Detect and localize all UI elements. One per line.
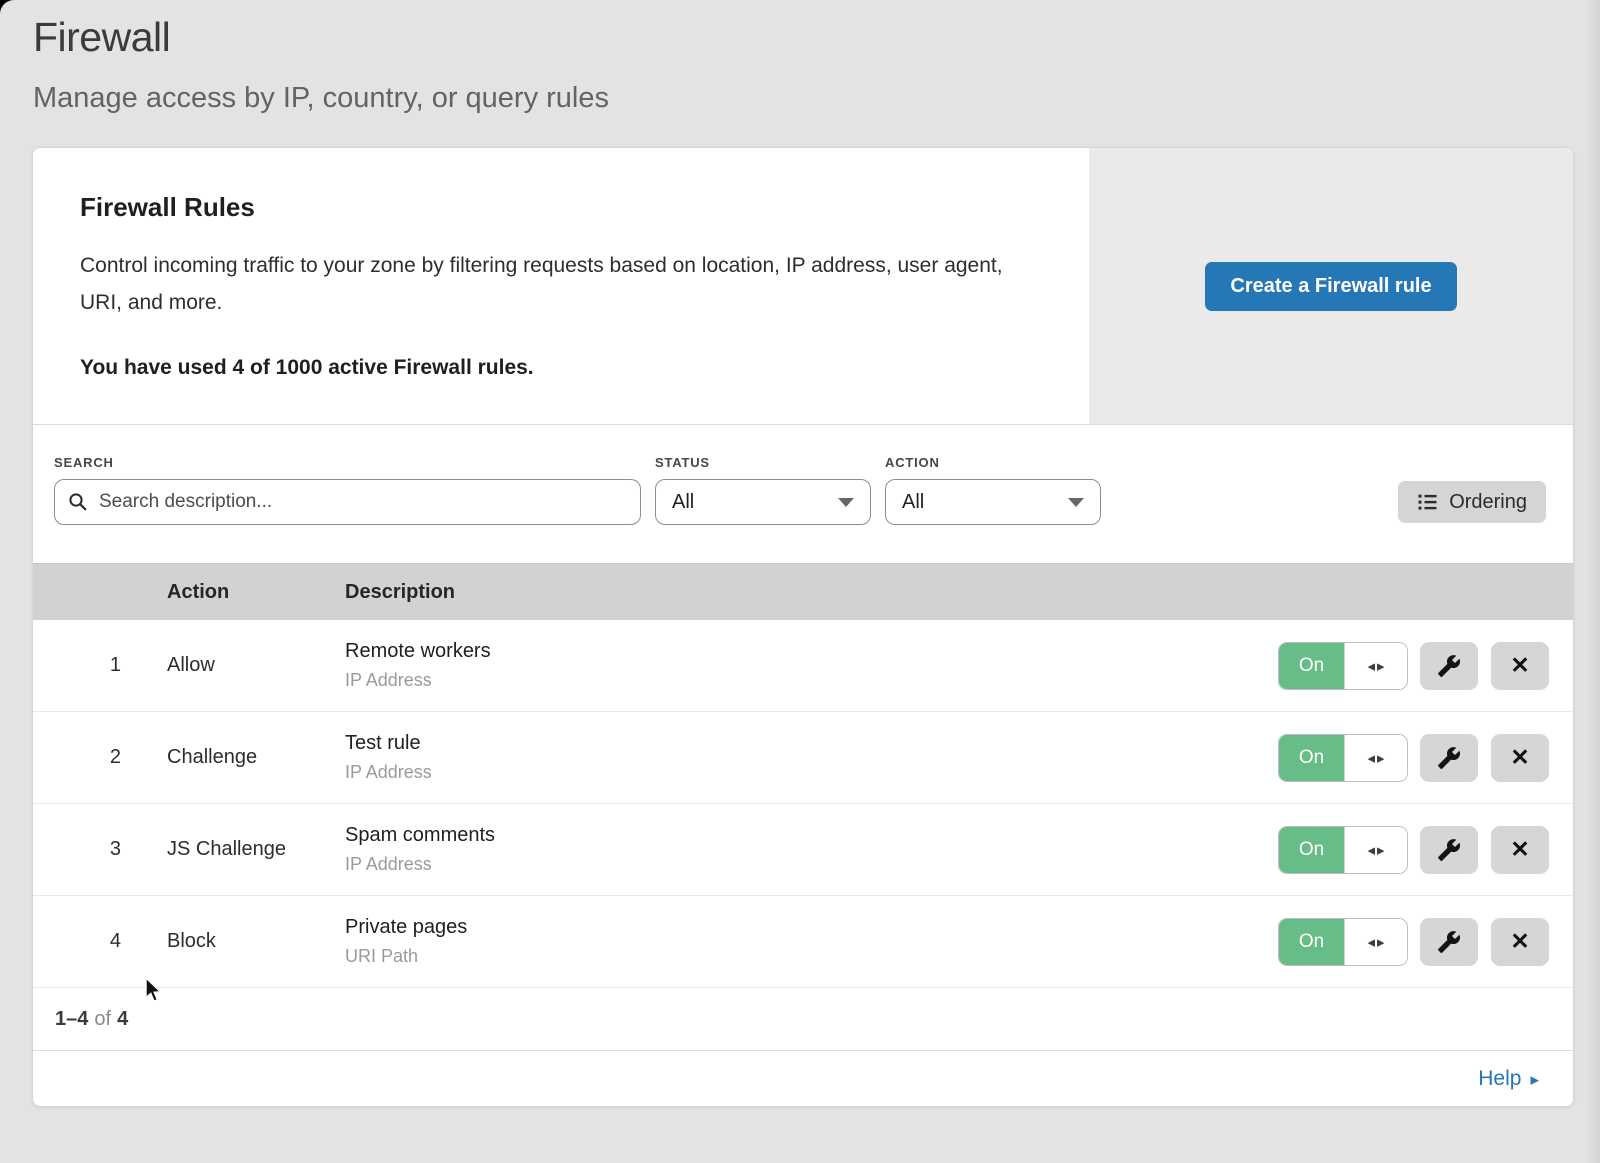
toggle-on-label: On <box>1279 643 1344 689</box>
toggle-on-label: On <box>1279 919 1344 965</box>
card-description: Control incoming traffic to your zone by… <box>80 247 1025 322</box>
toggle-arrows-icon: ◂▸ <box>1344 827 1407 873</box>
search-input[interactable] <box>54 479 641 525</box>
rule-action-label: Block <box>167 930 345 953</box>
card-intro-text: Firewall Rules Control incoming traffic … <box>33 148 1089 424</box>
ordering-button-label: Ordering <box>1449 491 1527 514</box>
card-intro-section: Firewall Rules Control incoming traffic … <box>33 148 1573 425</box>
rule-priority: 4 <box>33 930 121 953</box>
rule-description: Spam comments <box>345 824 1278 847</box>
arrow-right-icon: ▸ <box>1530 1069 1539 1088</box>
table-row: 2 Challenge Test rule IP Address On ◂▸ ✕ <box>33 712 1573 804</box>
rule-priority: 3 <box>33 838 121 861</box>
rule-enabled-toggle[interactable]: On ◂▸ <box>1278 642 1408 690</box>
card-action-panel: Create a Firewall rule <box>1089 148 1573 424</box>
edit-rule-button[interactable] <box>1420 826 1478 874</box>
rule-action-label: Challenge <box>167 746 345 769</box>
filters-bar: SEARCH STATUS All ACTION <box>33 425 1573 563</box>
delete-rule-button[interactable]: ✕ <box>1491 642 1549 690</box>
rule-enabled-toggle[interactable]: On ◂▸ <box>1278 918 1408 966</box>
usage-note: You have used 4 of 1000 active Firewall … <box>80 356 1049 380</box>
create-firewall-rule-button[interactable]: Create a Firewall rule <box>1205 262 1456 311</box>
edit-rule-button[interactable] <box>1420 642 1478 690</box>
status-select-value: All <box>672 491 694 514</box>
rule-enabled-toggle[interactable]: On ◂▸ <box>1278 826 1408 874</box>
column-description: Description <box>345 581 1573 604</box>
chevron-down-icon <box>838 498 854 507</box>
rule-field: URI Path <box>345 946 1278 967</box>
ordering-button[interactable]: Ordering <box>1398 481 1546 523</box>
search-label: SEARCH <box>54 455 641 470</box>
wrench-icon <box>1437 746 1461 770</box>
page-header: Firewall Manage access by IP, country, o… <box>0 0 1600 115</box>
table-header: Action Description <box>33 563 1573 620</box>
toggle-arrows-icon: ◂▸ <box>1344 735 1407 781</box>
help-link[interactable]: Help ▸ <box>1478 1067 1539 1091</box>
action-select-value: All <box>902 491 924 514</box>
edit-rule-button[interactable] <box>1420 734 1478 782</box>
edit-rule-button[interactable] <box>1420 918 1478 966</box>
rule-action-label: JS Challenge <box>167 838 345 861</box>
close-icon: ✕ <box>1510 928 1529 955</box>
wrench-icon <box>1437 838 1461 862</box>
wrench-icon <box>1437 654 1461 678</box>
rule-description: Remote workers <box>345 640 1278 663</box>
rule-field: IP Address <box>345 854 1278 875</box>
rule-enabled-toggle[interactable]: On ◂▸ <box>1278 734 1408 782</box>
page-subtitle: Manage access by IP, country, or query r… <box>33 82 1600 115</box>
rule-field: IP Address <box>345 670 1278 691</box>
action-select[interactable]: All <box>885 479 1101 525</box>
search-box <box>54 479 641 525</box>
page-title: Firewall <box>33 14 1600 61</box>
pagination-separator: of <box>94 1008 111 1031</box>
rule-priority: 2 <box>33 746 121 769</box>
table-row: 4 Block Private pages URI Path On ◂▸ ✕ <box>33 896 1573 988</box>
status-label: STATUS <box>655 455 871 470</box>
rule-field: IP Address <box>345 762 1278 783</box>
delete-rule-button[interactable]: ✕ <box>1491 826 1549 874</box>
delete-rule-button[interactable]: ✕ <box>1491 734 1549 782</box>
help-row: Help ▸ <box>33 1050 1573 1106</box>
rule-controls: On ◂▸ ✕ <box>1278 918 1573 966</box>
table-row: 3 JS Challenge Spam comments IP Address … <box>33 804 1573 896</box>
wrench-icon <box>1437 930 1461 954</box>
card-heading: Firewall Rules <box>80 192 1049 223</box>
column-action: Action <box>167 581 345 604</box>
rule-controls: On ◂▸ ✕ <box>1278 642 1573 690</box>
status-filter-group: STATUS All <box>655 455 871 525</box>
close-icon: ✕ <box>1510 744 1529 771</box>
chevron-down-icon <box>1068 498 1084 507</box>
close-icon: ✕ <box>1510 652 1529 679</box>
rules-table-body: 1 Allow Remote workers IP Address On ◂▸ … <box>33 620 1573 988</box>
rule-description: Private pages <box>345 916 1278 939</box>
close-icon: ✕ <box>1510 836 1529 863</box>
toggle-arrows-icon: ◂▸ <box>1344 643 1407 689</box>
rule-action-label: Allow <box>167 654 345 677</box>
rule-description: Test rule <box>345 732 1278 755</box>
rule-controls: On ◂▸ ✕ <box>1278 826 1573 874</box>
pagination-total: 4 <box>117 1008 128 1031</box>
rule-priority: 1 <box>33 654 121 677</box>
firewall-page: Firewall Manage access by IP, country, o… <box>0 0 1600 1163</box>
toggle-on-label: On <box>1279 735 1344 781</box>
table-row: 1 Allow Remote workers IP Address On ◂▸ … <box>33 620 1573 712</box>
delete-rule-button[interactable]: ✕ <box>1491 918 1549 966</box>
list-icon <box>1417 492 1438 512</box>
firewall-rules-card: Firewall Rules Control incoming traffic … <box>32 147 1574 1107</box>
pagination-range: 1–4 <box>55 1008 88 1031</box>
help-link-label: Help <box>1478 1067 1521 1091</box>
action-filter-group: ACTION All <box>885 455 1101 525</box>
status-select[interactable]: All <box>655 479 871 525</box>
toggle-arrows-icon: ◂▸ <box>1344 919 1407 965</box>
search-filter-group: SEARCH <box>54 455 641 525</box>
action-label: ACTION <box>885 455 1101 470</box>
rule-controls: On ◂▸ ✕ <box>1278 734 1573 782</box>
pagination: 1–4 of 4 <box>33 988 1573 1050</box>
toggle-on-label: On <box>1279 827 1344 873</box>
